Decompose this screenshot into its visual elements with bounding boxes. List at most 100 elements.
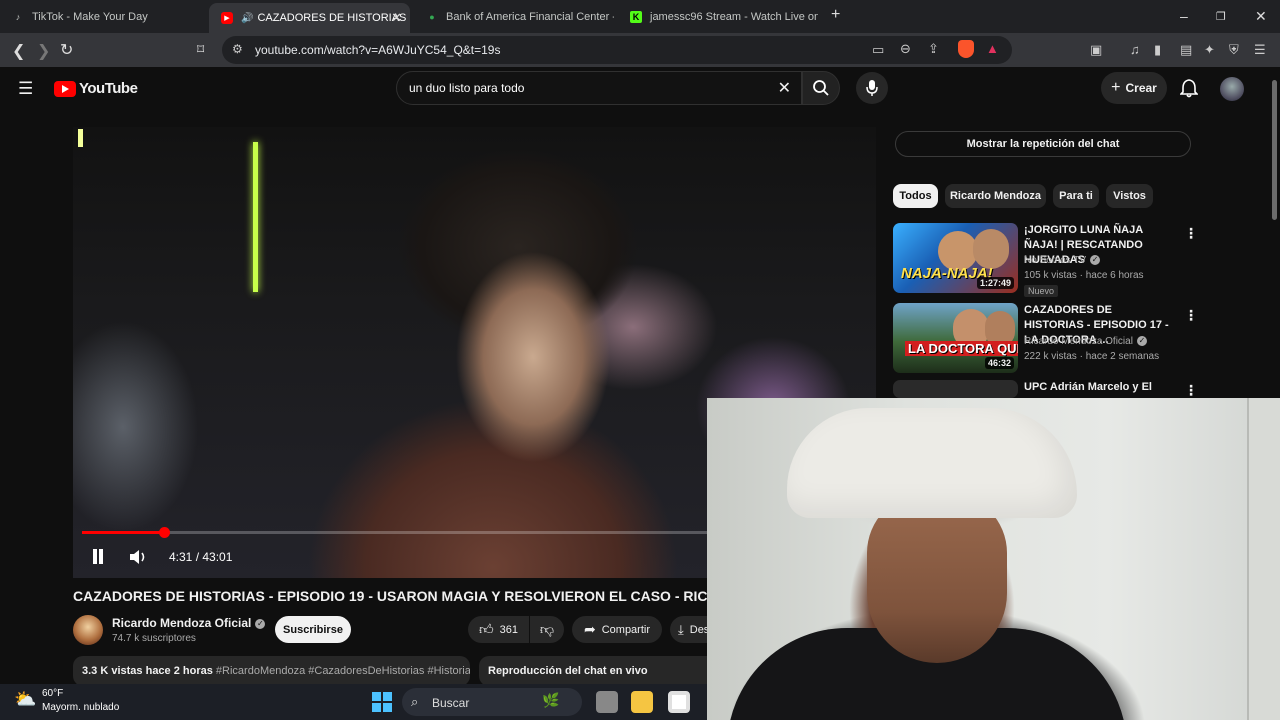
download-icon: ⤓: [678, 621, 684, 637]
scrubber-handle[interactable]: [159, 527, 171, 538]
new-badge: Nuevo: [1024, 285, 1059, 297]
neon-light: [253, 142, 258, 292]
subscriber-count: 74.7 k suscriptores: [112, 633, 196, 644]
chat-replay-label: Reproducción del chat en vivo: [488, 665, 648, 677]
video-thumbnail[interactable]: NAJA-NAJA! 1:27:49: [893, 223, 1018, 293]
sidebar-icon[interactable]: ▮: [1154, 42, 1161, 58]
tiktok-icon: ♪: [15, 12, 21, 22]
hashtags[interactable]: #RicardoMendoza #CazadoresDeHistorias #H…: [216, 665, 470, 677]
page-scrollbar[interactable]: [1270, 70, 1278, 220]
notifications-bell-icon[interactable]: [1180, 78, 1198, 98]
taskbar-search-label: Buscar: [432, 696, 470, 710]
scrollbar-thumb[interactable]: [1272, 80, 1277, 220]
recommendation-title[interactable]: UPC Adrián Marcelo y El: [1024, 380, 1174, 395]
voice-search-button[interactable]: [856, 72, 888, 104]
store-icon[interactable]: [668, 691, 690, 713]
wallet-icon[interactable]: ▤: [1180, 42, 1192, 58]
search-highlight-icon: 🌿: [542, 692, 560, 708]
address-bar[interactable]: ⚙ youtube.com/watch?v=A6WJuYC54_Q&t=19s …: [222, 36, 1012, 64]
zoom-icon[interactable]: ⊖: [900, 41, 911, 57]
share-arrow-icon: ➦: [583, 621, 596, 637]
close-tab-icon[interactable]: ✕: [391, 10, 402, 26]
like-button[interactable]: 👍︎ 361: [468, 616, 529, 643]
chip-para-ti[interactable]: Para ti: [1053, 184, 1099, 208]
neon-light: [78, 129, 83, 147]
thumbs-up-icon: 👍︎: [479, 621, 494, 637]
recommendation-item[interactable]: NAJA-NAJA! 1:27:49 ¡JORGITO LUNA ÑAJA ÑA…: [893, 223, 1203, 298]
brave-shield-icon[interactable]: [958, 40, 974, 58]
chip-todos[interactable]: Todos: [893, 184, 938, 208]
vpn-icon[interactable]: ⛨: [1229, 42, 1239, 58]
recommendation-item[interactable]: UPC Adrián Marcelo y El ⋮: [893, 380, 1203, 398]
duration-badge: 46:32: [984, 357, 1014, 369]
chip-vistos[interactable]: Vistos: [1106, 184, 1153, 208]
video-thumbnail[interactable]: LA DOCTORA QUE 46:32: [893, 303, 1018, 373]
url-text[interactable]: youtube.com/watch?v=A6WJuYC54_Q&t=19s: [255, 43, 500, 57]
maximize-button[interactable]: ❐: [1216, 10, 1226, 23]
channel-text[interactable]: Ricardo Mendoza Oficial: [1024, 336, 1133, 347]
more-options-icon[interactable]: ⋮: [1184, 307, 1198, 324]
close-window-button[interactable]: ✕: [1255, 8, 1267, 25]
audio-icon[interactable]: 🔊: [241, 13, 253, 24]
dislike-button[interactable]: 👎︎: [530, 616, 564, 643]
menu-icon[interactable]: ☰: [1254, 42, 1266, 58]
show-chat-replay-button[interactable]: Mostrar la repetición del chat: [895, 131, 1191, 157]
more-options-icon[interactable]: ⋮: [1184, 225, 1198, 242]
file-explorer-icon[interactable]: [631, 691, 653, 713]
back-icon[interactable]: ❮: [12, 41, 25, 61]
recommendation-item[interactable]: LA DOCTORA QUE 46:32 CAZADORES DE HISTOR…: [893, 303, 1203, 378]
new-tab-button[interactable]: +: [831, 6, 840, 24]
brave-rewards-icon[interactable]: ▲: [986, 41, 999, 56]
reload-icon[interactable]: ↻: [60, 40, 73, 60]
microphone-icon: [866, 80, 878, 96]
youtube-logo[interactable]: YouTube: [54, 80, 138, 97]
description-box[interactable]: 3.3 K vistas hace 2 horas #RicardoMendoz…: [73, 656, 470, 686]
hamburger-menu-icon[interactable]: ☰: [18, 79, 33, 99]
search-icon: [813, 80, 829, 96]
windows-taskbar: ⛅ 60°F Mayorm. nublado ⌕ Buscar 🌿: [0, 684, 707, 720]
recommendation-channel[interactable]: No Somos TV ✓: [1024, 255, 1101, 266]
subscribe-button[interactable]: Suscribirse: [275, 616, 351, 643]
music-icon[interactable]: ♫: [1130, 42, 1140, 57]
tab-kick[interactable]: K jamessc96 Stream - Watch Live on Ki: [618, 4, 818, 30]
tab-youtube[interactable]: ▶ 🔊 CAZADORES DE HISTORIAS - ✕: [209, 3, 410, 33]
pause-button[interactable]: [91, 549, 105, 565]
more-options-icon[interactable]: ⋮: [1184, 382, 1198, 398]
weather-description[interactable]: Mayorm. nublado: [42, 702, 119, 713]
tab-tiktok[interactable]: ♪ TikTok - Make Your Day: [0, 4, 205, 30]
taskbar-search[interactable]: ⌕ Buscar 🌿: [402, 688, 582, 716]
weather-temperature[interactable]: 60°F: [42, 688, 63, 699]
recommendation-channel[interactable]: Ricardo Mendoza Oficial ✓: [1024, 336, 1147, 347]
search-button[interactable]: [802, 71, 840, 105]
verified-icon: ✓: [255, 618, 266, 629]
minimize-button[interactable]: –: [1180, 8, 1188, 24]
volume-icon[interactable]: [128, 548, 148, 566]
weather-cloud-icon[interactable]: ⛅: [14, 689, 36, 710]
sidebar-panel-icon[interactable]: ▣: [1090, 42, 1102, 58]
task-view-icon[interactable]: [596, 691, 618, 713]
forward-icon[interactable]: ❯: [37, 41, 50, 61]
chip-ricardo-mendoza[interactable]: Ricardo Mendoza: [945, 184, 1046, 208]
channel-name-text[interactable]: Ricardo Mendoza Oficial: [112, 616, 251, 630]
share-button[interactable]: ➦ Compartir: [572, 616, 662, 643]
user-avatar[interactable]: [1220, 77, 1244, 101]
thumbnail-face: [973, 229, 1009, 269]
channel-avatar[interactable]: [73, 615, 103, 645]
channel-name[interactable]: Ricardo Mendoza Oficial ✓: [112, 616, 266, 630]
cast-icon[interactable]: ▭: [872, 42, 884, 58]
windows-start-icon[interactable]: [372, 692, 392, 712]
site-info-icon[interactable]: ⚙: [232, 42, 243, 56]
bookmark-icon[interactable]: ⌑: [197, 41, 204, 58]
search-value[interactable]: un duo listo para todo: [409, 81, 524, 95]
clear-search-icon[interactable]: ✕: [778, 78, 791, 98]
channel-text[interactable]: No Somos TV: [1024, 255, 1086, 266]
chat-replay-panel[interactable]: Reproducción del chat en vivo: [479, 656, 707, 686]
tab-maps[interactable]: ● Bank of America Financial Center - Go: [414, 4, 614, 30]
leo-ai-icon[interactable]: ✦: [1204, 42, 1215, 58]
search-input[interactable]: un duo listo para todo ✕: [396, 71, 802, 105]
share-icon[interactable]: ⇪: [928, 41, 939, 57]
video-thumbnail[interactable]: [893, 380, 1018, 398]
create-button[interactable]: + Crear: [1101, 72, 1167, 104]
download-button[interactable]: ⤓ Descargar: [670, 616, 707, 643]
webcam-person-face: [867, 493, 1007, 663]
